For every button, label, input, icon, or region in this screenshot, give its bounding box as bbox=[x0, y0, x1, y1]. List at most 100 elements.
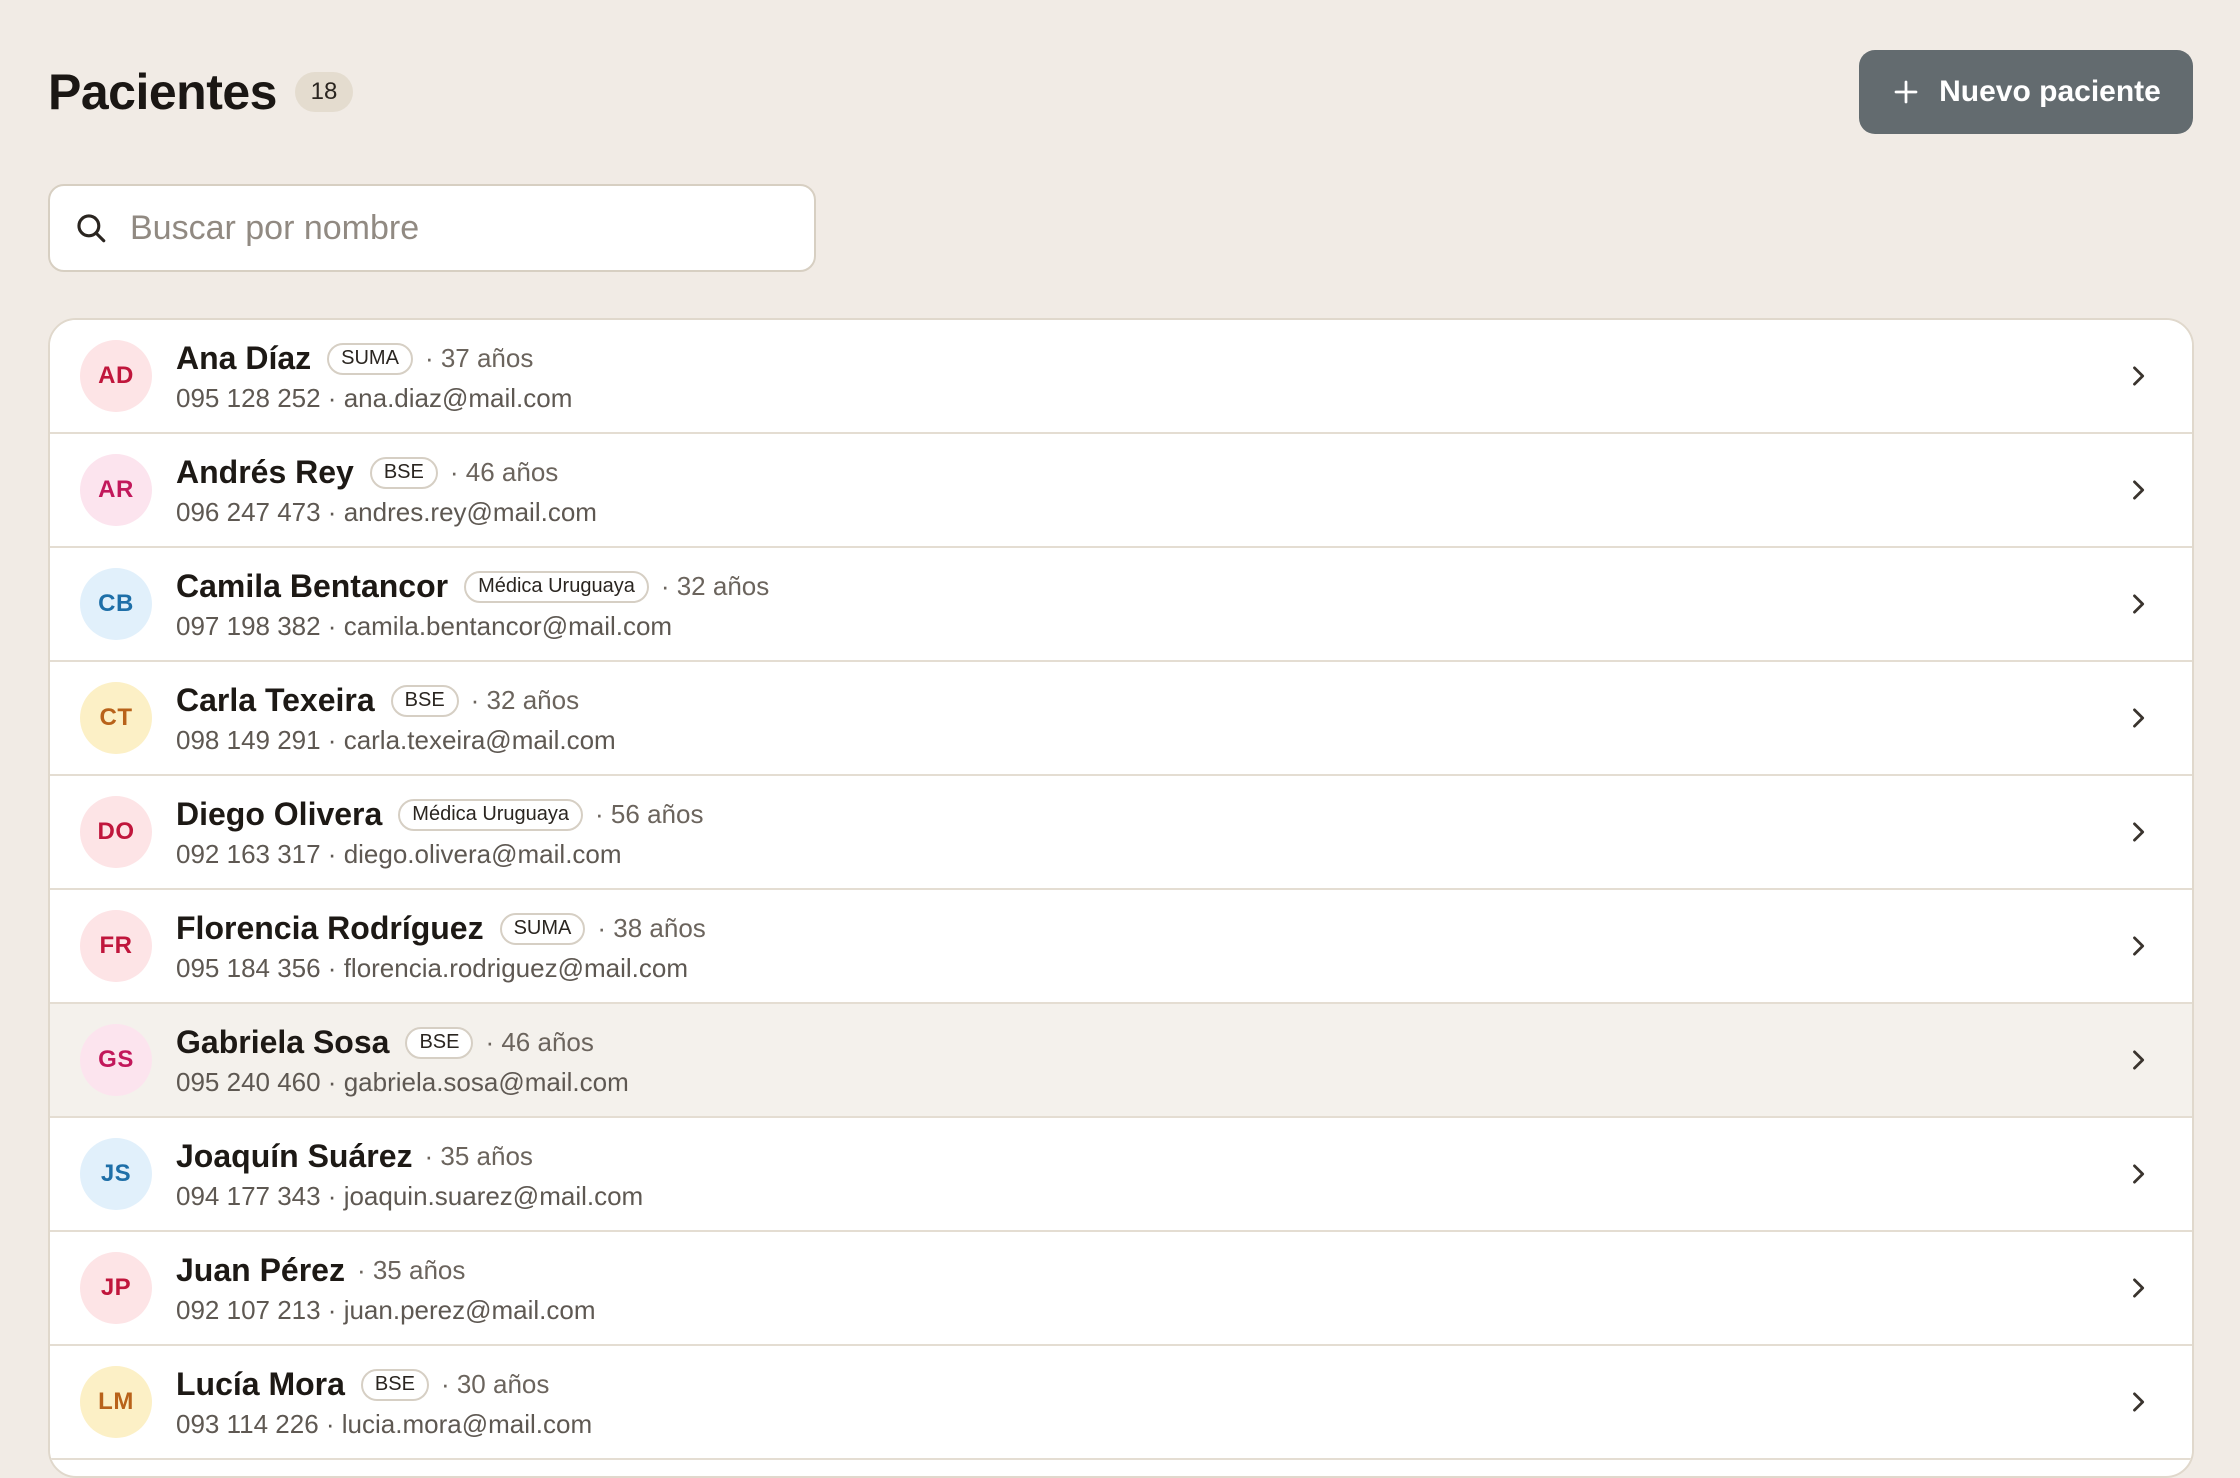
patient-info: Ana Díaz SUMA · 37 años 095 128 252 · ana.d… bbox=[176, 339, 572, 414]
patient-heading: Florencia Rodríguez SUMA · 38 años bbox=[176, 909, 706, 949]
insurance-badge: BSE bbox=[369, 456, 438, 489]
avatar: CB bbox=[80, 568, 152, 640]
chevron-right-icon[interactable] bbox=[2124, 1388, 2152, 1416]
patient-heading: Gabriela Sosa BSE · 46 años bbox=[176, 1023, 629, 1063]
patient-contact: 095 184 356 · florencia.rodriguez@mail.c… bbox=[176, 952, 688, 983]
patient-row[interactable]: JS Joaquín Suárez · 35 años 094 177 343 · j… bbox=[50, 1118, 2192, 1232]
chevron-right-icon[interactable] bbox=[2124, 476, 2152, 504]
patient-row[interactable]: CB Camila Bentancor Médica Uruguaya · 32 añ… bbox=[50, 548, 2192, 662]
patient-info: Joaquín Suárez · 35 años 094 177 343 · joa… bbox=[176, 1137, 643, 1212]
patient-name: Andrés Rey bbox=[176, 454, 354, 490]
chevron-right-icon[interactable] bbox=[2124, 818, 2152, 846]
avatar: JS bbox=[80, 1138, 152, 1210]
patient-heading: Diego Olivera Médica Uruguaya · 56 años bbox=[176, 795, 703, 835]
patient-name: Joaquín Suárez bbox=[176, 1138, 413, 1174]
patient-age: · 56 años bbox=[595, 799, 704, 829]
page-title: Pacientes bbox=[48, 64, 277, 120]
patient-info: Gabriela Sosa BSE · 46 años 095 240 460 · g… bbox=[176, 1023, 629, 1098]
patient-heading: Lucía Mora BSE · 30 años bbox=[176, 1365, 592, 1405]
patient-heading: Carla Texeira BSE · 32 años bbox=[176, 681, 616, 721]
new-patient-button[interactable]: Nuevo paciente bbox=[1859, 50, 2193, 134]
avatar: JP bbox=[80, 1252, 152, 1324]
patient-contact: 094 177 343 · joaquin.suarez@mail.com bbox=[176, 1180, 644, 1211]
patient-contact: 093 114 226 · lucia.mora@mail.com bbox=[176, 1408, 593, 1439]
patient-row[interactable]: AR Andrés Rey BSE · 46 años 096 247 473 · an… bbox=[50, 434, 2192, 548]
avatar: CT bbox=[80, 682, 152, 754]
patient-name: Juan Pérez bbox=[176, 1252, 345, 1288]
patient-contact: 097 198 382 · camila.bentancor@mail.com bbox=[176, 610, 673, 641]
new-patient-button-label: Nuevo paciente bbox=[1939, 75, 2161, 108]
patient-contact: 096 247 473 · andres.rey@mail.com bbox=[176, 496, 597, 527]
chevron-right-icon[interactable] bbox=[2124, 1046, 2152, 1074]
patient-name: Carla Texeira bbox=[176, 682, 375, 718]
patient-name: Diego Olivera bbox=[176, 796, 383, 832]
search-input[interactable] bbox=[128, 207, 772, 249]
patient-info: Carla Texeira BSE · 32 años 098 149 291 · c… bbox=[176, 681, 616, 756]
insurance-badge: Médica Uruguaya bbox=[464, 570, 649, 603]
search-box[interactable] bbox=[48, 184, 816, 272]
patient-contact: 092 163 317 · diego.olivera@mail.com bbox=[176, 838, 622, 869]
avatar: DO bbox=[80, 796, 152, 868]
patient-name: Lucía Mora bbox=[176, 1366, 345, 1402]
patient-name: Florencia Rodríguez bbox=[176, 910, 484, 946]
page-header: Pacientes 18 Nuevo paciente bbox=[48, 50, 2193, 134]
patient-age: · 46 años bbox=[485, 1027, 594, 1057]
patient-info: Diego Olivera Médica Uruguaya · 56 años 092… bbox=[176, 795, 703, 870]
patient-row[interactable]: CT Carla Texeira BSE · 32 años 098 149 291 ·… bbox=[50, 662, 2192, 776]
patient-age: · 37 años bbox=[424, 343, 534, 373]
chevron-right-icon[interactable] bbox=[2124, 932, 2152, 960]
chevron-right-icon[interactable] bbox=[2124, 362, 2152, 390]
chevron-right-icon[interactable] bbox=[2124, 1274, 2152, 1302]
avatar: AD bbox=[80, 340, 152, 412]
avatar: GS bbox=[80, 1024, 152, 1096]
insurance-badge: SUMA bbox=[499, 912, 586, 945]
patient-info: Juan Pérez · 35 años 092 107 213 · juan.pe… bbox=[176, 1251, 596, 1326]
patient-row[interactable]: FR Florencia Rodríguez SUMA · 38 años 095 18… bbox=[50, 890, 2192, 1004]
insurance-badge: BSE bbox=[405, 1026, 474, 1059]
patient-contact: 092 107 213 · juan.perez@mail.com bbox=[176, 1294, 596, 1325]
patient-row[interactable]: AD Ana Díaz SUMA · 37 años 095 128 252 · ana… bbox=[50, 320, 2192, 434]
chevron-right-icon[interactable] bbox=[2124, 704, 2152, 732]
patient-age: · 35 años bbox=[356, 1255, 466, 1285]
title-group: Pacientes 18 bbox=[48, 63, 353, 121]
patient-count-badge: 18 bbox=[294, 72, 353, 112]
patient-heading: Juan Pérez · 35 años bbox=[176, 1251, 596, 1291]
avatar: LM bbox=[80, 1366, 152, 1438]
patient-age: · 38 años bbox=[597, 913, 706, 943]
insurance-badge: Médica Uruguaya bbox=[398, 798, 584, 831]
avatar: AR bbox=[80, 454, 152, 526]
patient-name: Gabriela Sosa bbox=[176, 1024, 390, 1060]
insurance-badge: BSE bbox=[360, 1368, 429, 1401]
patient-heading: Joaquín Suárez · 35 años bbox=[176, 1137, 643, 1177]
patient-list: AD Ana Díaz SUMA · 37 años 095 128 252 · ana… bbox=[48, 318, 2194, 1478]
chevron-right-icon[interactable] bbox=[2124, 590, 2152, 618]
chevron-right-icon[interactable] bbox=[2124, 1160, 2152, 1188]
patient-name: Camila Bentancor bbox=[176, 568, 449, 604]
patient-info: Camila Bentancor Médica Uruguaya · 32 años… bbox=[176, 567, 769, 642]
patient-contact: 095 240 460 · gabriela.sosa@mail.com bbox=[176, 1066, 629, 1097]
patient-age: · 46 años bbox=[449, 457, 559, 487]
patient-name: Ana Díaz bbox=[176, 340, 312, 376]
patient-row[interactable]: DO Diego Olivera Médica Uruguaya · 56 años 0… bbox=[50, 776, 2192, 890]
avatar: FR bbox=[80, 910, 152, 982]
patient-heading: Ana Díaz SUMA · 37 años bbox=[176, 339, 572, 379]
patient-row[interactable]: LM Lucía Mora BSE · 30 años 093 114 226 · lu… bbox=[50, 1346, 2192, 1460]
patient-info: Andrés Rey BSE · 46 años 096 247 473 · andr… bbox=[176, 453, 597, 528]
patient-row[interactable]: GS Gabriela Sosa BSE · 46 años 095 240 460 ·… bbox=[50, 1004, 2192, 1118]
plus-icon bbox=[1894, 80, 1918, 104]
patients-page: Pacientes 18 Nuevo paciente AD Ana Díaz SU… bbox=[0, 0, 2240, 1478]
patient-age: · 35 años bbox=[424, 1141, 533, 1171]
patient-heading: Andrés Rey BSE · 46 años bbox=[176, 453, 597, 493]
insurance-badge: BSE bbox=[390, 684, 459, 717]
search-icon bbox=[77, 214, 106, 243]
patient-info: Lucía Mora BSE · 30 años 093 114 226 · luci… bbox=[176, 1365, 592, 1440]
patient-age: · 32 años bbox=[470, 685, 580, 715]
patient-info: Florencia Rodríguez SUMA · 38 años 095 184 … bbox=[176, 909, 706, 984]
patient-age: · 30 años bbox=[440, 1369, 550, 1399]
patient-contact: 095 128 252 · ana.diaz@mail.com bbox=[176, 382, 573, 413]
patient-row[interactable]: JP Juan Pérez · 35 años 092 107 213 · juan.… bbox=[50, 1232, 2192, 1346]
insurance-badge: SUMA bbox=[327, 342, 413, 375]
patient-age: · 32 años bbox=[660, 571, 770, 601]
patient-contact: 098 149 291 · carla.texeira@mail.com bbox=[176, 724, 616, 755]
patient-heading: Camila Bentancor Médica Uruguaya · 32 años bbox=[176, 567, 769, 607]
